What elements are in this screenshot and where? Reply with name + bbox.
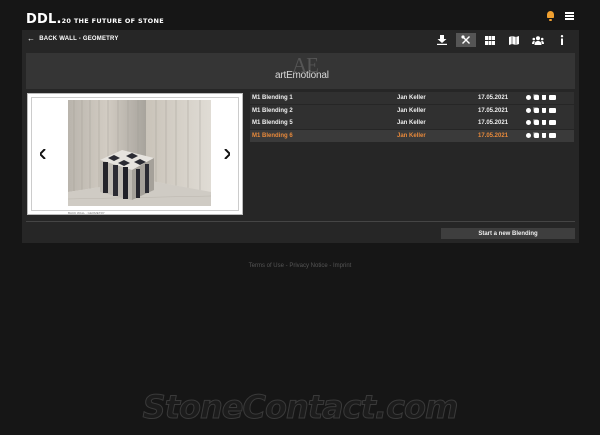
brand-wordmark: artEmotional — [275, 70, 329, 81]
back-link[interactable]: ← BACK WALL - GEOMETRY — [27, 34, 119, 43]
tools-icon[interactable] — [456, 33, 476, 47]
blending-user: Jan Keller — [397, 95, 426, 101]
mail-icon[interactable] — [549, 107, 556, 113]
brand-logo: DDL. — [26, 12, 62, 27]
info-icon[interactable] — [552, 33, 572, 47]
trash-icon[interactable] — [542, 120, 546, 125]
panel-header: ← BACK WALL - GEOMETRY — [22, 30, 579, 48]
menu-icon[interactable] — [565, 12, 574, 20]
top-bar: DDL.20 THE FUTURE OF STONE — [0, 0, 600, 30]
divider — [26, 221, 575, 222]
blending-user: Jan Keller — [397, 132, 426, 139]
viewer-caption: BACK WALL · GEOMETRY — [68, 211, 105, 215]
bell-icon[interactable] — [546, 11, 555, 21]
previous-arrow-icon[interactable] — [36, 146, 50, 162]
blending-row[interactable]: M1 Blending 2 Jan Keller 17.05.2021 — [250, 104, 574, 117]
brand-tagline: 20 THE FUTURE OF STONE — [61, 17, 164, 25]
blending-panel: ← BACK WALL - GEOMETRY AE artEmotional B… — [22, 30, 579, 243]
blending-date: 17.05.2021 — [478, 120, 509, 126]
open-icon[interactable] — [526, 132, 531, 138]
imprint-link[interactable]: Imprint — [333, 263, 351, 269]
footer: Terms of Use - Privacy Notice - Imprint — [0, 263, 600, 269]
copy-icon[interactable] — [534, 120, 539, 125]
copy-icon[interactable] — [534, 132, 539, 138]
copy-icon[interactable] — [534, 107, 539, 113]
privacy-link[interactable]: Privacy Notice — [289, 263, 327, 269]
back-arrow-icon: ← — [27, 34, 36, 43]
blending-date: 17.05.2021 — [478, 95, 509, 101]
blending-user: Jan Keller — [397, 107, 426, 114]
trash-icon[interactable] — [542, 132, 546, 138]
toolbar — [432, 33, 576, 47]
row-actions — [526, 120, 556, 125]
blending-name[interactable]: M1 Blending 2 — [252, 108, 293, 114]
open-icon[interactable] — [526, 95, 531, 100]
copy-icon[interactable] — [534, 95, 539, 100]
blending-date: 17.05.2021 — [478, 107, 509, 114]
brand[interactable]: DDL.20 THE FUTURE OF STONE — [26, 10, 164, 28]
trash-icon[interactable] — [542, 95, 546, 100]
users-icon[interactable] — [528, 33, 548, 47]
open-icon[interactable] — [526, 107, 531, 113]
mail-icon[interactable] — [549, 120, 556, 125]
trash-icon[interactable] — [542, 107, 546, 113]
blending-date: 17.05.2021 — [478, 132, 509, 139]
open-icon[interactable] — [526, 120, 531, 125]
terms-link[interactable]: Terms of Use — [249, 263, 284, 269]
stone-render-image — [68, 100, 211, 206]
start-new-blending-button[interactable]: Start a new Blending — [441, 228, 575, 239]
row-actions — [526, 107, 556, 113]
row-actions — [526, 132, 556, 138]
download-icon[interactable] — [432, 33, 452, 47]
top-icons — [546, 11, 574, 21]
blending-name[interactable]: M1 Blending 5 — [252, 120, 293, 126]
blending-name[interactable]: M1 Blending 1 — [252, 95, 293, 101]
back-link-label: BACK WALL - GEOMETRY — [39, 35, 119, 42]
watermark: StoneContact.com — [142, 388, 459, 427]
grid-icon[interactable] — [480, 33, 500, 47]
blending-list: M1 Blending 1 Jan Keller 17.05.2021 M1 B… — [250, 92, 574, 142]
mail-icon[interactable] — [549, 95, 556, 100]
image-viewer: BACK WALL · GEOMETRY — [27, 93, 243, 215]
viewer-frame: BACK WALL · GEOMETRY — [31, 97, 239, 215]
blending-row-selected[interactable]: M1 Blending 6 Jan Keller 17.05.2021 — [250, 129, 574, 142]
map-icon[interactable] — [504, 33, 524, 47]
brand-banner: AE artEmotional — [26, 53, 575, 89]
mail-icon[interactable] — [549, 132, 556, 138]
next-arrow-icon[interactable] — [220, 146, 234, 162]
blending-name[interactable]: M1 Blending 6 — [252, 133, 293, 139]
blending-row[interactable]: M1 Blending 5 Jan Keller 17.05.2021 — [250, 117, 574, 129]
blending-row[interactable]: M1 Blending 1 Jan Keller 17.05.2021 — [250, 92, 574, 104]
blending-user: Jan Keller — [397, 120, 426, 126]
row-actions — [526, 95, 556, 100]
